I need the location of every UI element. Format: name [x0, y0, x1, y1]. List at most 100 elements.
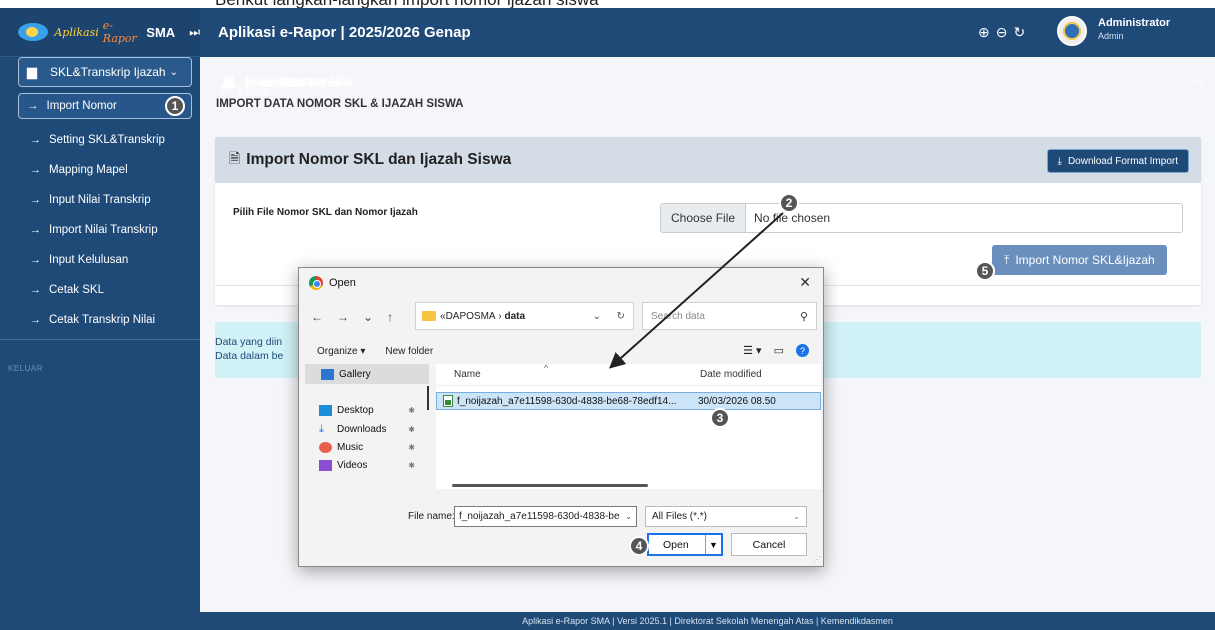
- sidebar-item-label: Import Nilai Transkrip: [49, 224, 158, 236]
- gallery-icon: [321, 368, 334, 380]
- download-format-label: Download Format Import: [1067, 155, 1178, 167]
- file-status: No file chosen: [754, 211, 831, 225]
- sidebar-section-label: KELUAR: [8, 364, 44, 373]
- up-icon[interactable]: ↑: [387, 310, 393, 324]
- pin-icon: ✱: [408, 460, 415, 470]
- step-badge-1: 1: [165, 96, 185, 116]
- arrow-right-icon: →: [30, 284, 41, 296]
- app-title: Aplikasi e-Rapor | 2025/2026 Genap: [218, 24, 471, 41]
- brand-aplikasi: Aplikasi: [54, 25, 99, 39]
- brand-sma: SMA: [146, 24, 176, 40]
- sidebar-toggle-icon[interactable]: ⏭: [189, 25, 200, 40]
- user-info[interactable]: Administrator Admin: [1098, 17, 1170, 41]
- sidebar-item-label: Cetak Transkrip Nilai: [49, 314, 156, 326]
- sidebar-item-import-nomor[interactable]: → Import Nomor 1: [18, 93, 192, 119]
- pin-icon: ✱: [408, 405, 415, 415]
- history-chevron-icon[interactable]: ⌄: [363, 310, 373, 324]
- column-name[interactable]: ^ Name: [454, 363, 700, 380]
- dialog-search-input[interactable]: Search data ⚲: [642, 302, 817, 330]
- chevron-down-icon: ⌄: [169, 66, 178, 78]
- view-menu-icon[interactable]: ☰ ▾: [743, 344, 761, 357]
- avatar[interactable]: [1057, 16, 1087, 46]
- sidebar-scrollbar[interactable]: [427, 386, 429, 410]
- path-segment[interactable]: DAPOSMA: [446, 311, 496, 322]
- column-date[interactable]: Date modified: [700, 369, 762, 380]
- file-list: ^ Name Date modified f_noijazah_a7e11598-…: [436, 363, 821, 489]
- page-title: IMPORT DATA NOMOR SKL & IJAZAH SISWA: [216, 98, 464, 110]
- nav-downloads[interactable]: ⤓ Downloads ✱: [305, 420, 429, 438]
- file-row[interactable]: f_noijazah_a7e11598-630d-4838-be68-78edf…: [436, 392, 821, 410]
- nav-gallery[interactable]: Gallery: [305, 364, 429, 384]
- file-name-row: File name: f_noijazah_a7e11598-630d-4838…: [299, 506, 823, 528]
- instruction-strip: Berikut langkah-langkah import nomor ija…: [0, 0, 1215, 8]
- nav-desktop[interactable]: Desktop ✱: [305, 400, 429, 420]
- brand[interactable]: Aplikasi e-Rapor SMA ⏭: [0, 8, 200, 57]
- pin-icon: ✱: [408, 424, 415, 434]
- view-controls: ☰ ▾ ▭ ?: [743, 344, 809, 357]
- file-name-input[interactable]: f_noijazah_a7e11598-630d-4838-be ⌄: [454, 506, 637, 527]
- search-icon: ⚲: [799, 310, 808, 323]
- chrome-icon: [309, 276, 323, 290]
- info-line-1: Data yang diin: [215, 336, 283, 348]
- refresh-icon[interactable]: ↻: [1013, 24, 1025, 41]
- open-file-dialog: Open ✕ ← → ⌄ ↑ « DAPOSMA › data ⌄ ↻ Sear…: [298, 267, 824, 567]
- sidebar-item-import-nilai-transkrip[interactable]: → Import Nilai Transkrip: [0, 215, 200, 245]
- address-bar[interactable]: « DAPOSMA › data ⌄ ↻: [415, 302, 634, 330]
- back-icon[interactable]: ←: [311, 310, 323, 324]
- sidebar-item-input-nilai-transkrip[interactable]: → Input Nilai Transkrip: [0, 185, 200, 215]
- sidebar-item-cetak-transkrip[interactable]: → Cetak Transkrip Nilai: [0, 305, 200, 335]
- folder-icon: [422, 311, 436, 321]
- sidebar-item-input-kelulusan[interactable]: → Input Kelulusan: [0, 245, 200, 275]
- new-folder-button[interactable]: New folder: [385, 346, 433, 357]
- organize-button[interactable]: Organize ▾: [317, 346, 365, 357]
- open-dropdown-icon[interactable]: ▼: [705, 535, 721, 554]
- close-icon[interactable]: ✕: [799, 274, 811, 291]
- help-icon[interactable]: ?: [796, 344, 809, 357]
- sidebar-divider: [0, 339, 200, 340]
- chevron-down-icon[interactable]: ⌄: [625, 507, 632, 526]
- sidebar-group-skl-transkrip[interactable]: ▆ SKL&Transkrip Ijazah ⌄: [18, 57, 192, 87]
- sort-caret-icon: ^: [544, 363, 549, 373]
- avatar-logo-icon: [1063, 22, 1081, 40]
- pin-icon: ✱: [408, 442, 415, 452]
- sidebar-item-label: Input Nilai Transkrip: [49, 194, 151, 206]
- sidebar-item-label: Import Nomor: [46, 100, 117, 112]
- chevron-down-icon[interactable]: ⌄: [593, 311, 601, 322]
- step-badge-3: 3: [710, 408, 730, 428]
- choose-file-button[interactable]: Choose File: [661, 204, 747, 232]
- sidebar-item-mapping-mapel[interactable]: → Mapping Mapel: [0, 155, 200, 185]
- footer: Aplikasi e-Rapor SMA | Versi 2025.1 | Di…: [200, 612, 1215, 630]
- top-header: Aplikasi e-Rapor | 2025/2026 Genap ⊕ ⊖ ↻…: [200, 8, 1215, 57]
- file-type-select[interactable]: All Files (*.*) ⌄: [645, 506, 807, 527]
- cancel-button[interactable]: Cancel: [731, 533, 807, 556]
- import-button[interactable]: ⤒ Import Nomor SKL&Ijazah: [992, 245, 1167, 275]
- import-button-label: Import Nomor SKL&Ijazah: [1015, 253, 1155, 267]
- logo-icon: [18, 23, 49, 41]
- nav-music[interactable]: Music ✱: [305, 438, 429, 456]
- chevron-down-icon: ⌄: [793, 512, 800, 521]
- dialog-sidebar: Gallery Desktop ✱ ⤓ Downloads ✱ Music ✱ …: [305, 364, 429, 489]
- zoom-out-icon[interactable]: ⊖: [996, 24, 1008, 41]
- path-segment[interactable]: data: [504, 311, 525, 322]
- arrow-right-icon: →: [27, 100, 39, 112]
- resize-grip-icon[interactable]: ⋰: [813, 555, 821, 564]
- forward-icon[interactable]: →: [337, 310, 349, 324]
- search-placeholder: Search data: [651, 310, 705, 322]
- horizontal-scrollbar[interactable]: [452, 484, 648, 487]
- info-line-2: Data dalam be: [215, 350, 284, 362]
- zoom-in-icon[interactable]: ⊕: [978, 24, 990, 41]
- arrow-right-icon: →: [30, 194, 41, 206]
- refresh-icon[interactable]: ↻: [617, 311, 625, 322]
- excel-file-icon: [443, 395, 453, 407]
- open-button[interactable]: Open ▼: [647, 533, 723, 556]
- download-format-button[interactable]: ⤓ Download Format Import: [1046, 149, 1189, 173]
- nav-videos[interactable]: Videos ✱: [305, 456, 429, 474]
- file-field-label: Pilih File Nomor SKL dan Nomor Ijazah: [233, 207, 418, 218]
- sidebar-item-cetak-skl[interactable]: → Cetak SKL: [0, 275, 200, 305]
- step-badge-5: 5: [975, 261, 995, 281]
- preview-pane-icon[interactable]: ▭: [774, 344, 784, 357]
- sidebar-item-setting-skl[interactable]: → Setting SKL&Transkrip: [0, 125, 200, 155]
- user-role: Admin: [1098, 31, 1124, 41]
- download-icon: ⤓: [1057, 155, 1062, 167]
- file-input[interactable]: Choose File No file chosen: [660, 203, 1183, 233]
